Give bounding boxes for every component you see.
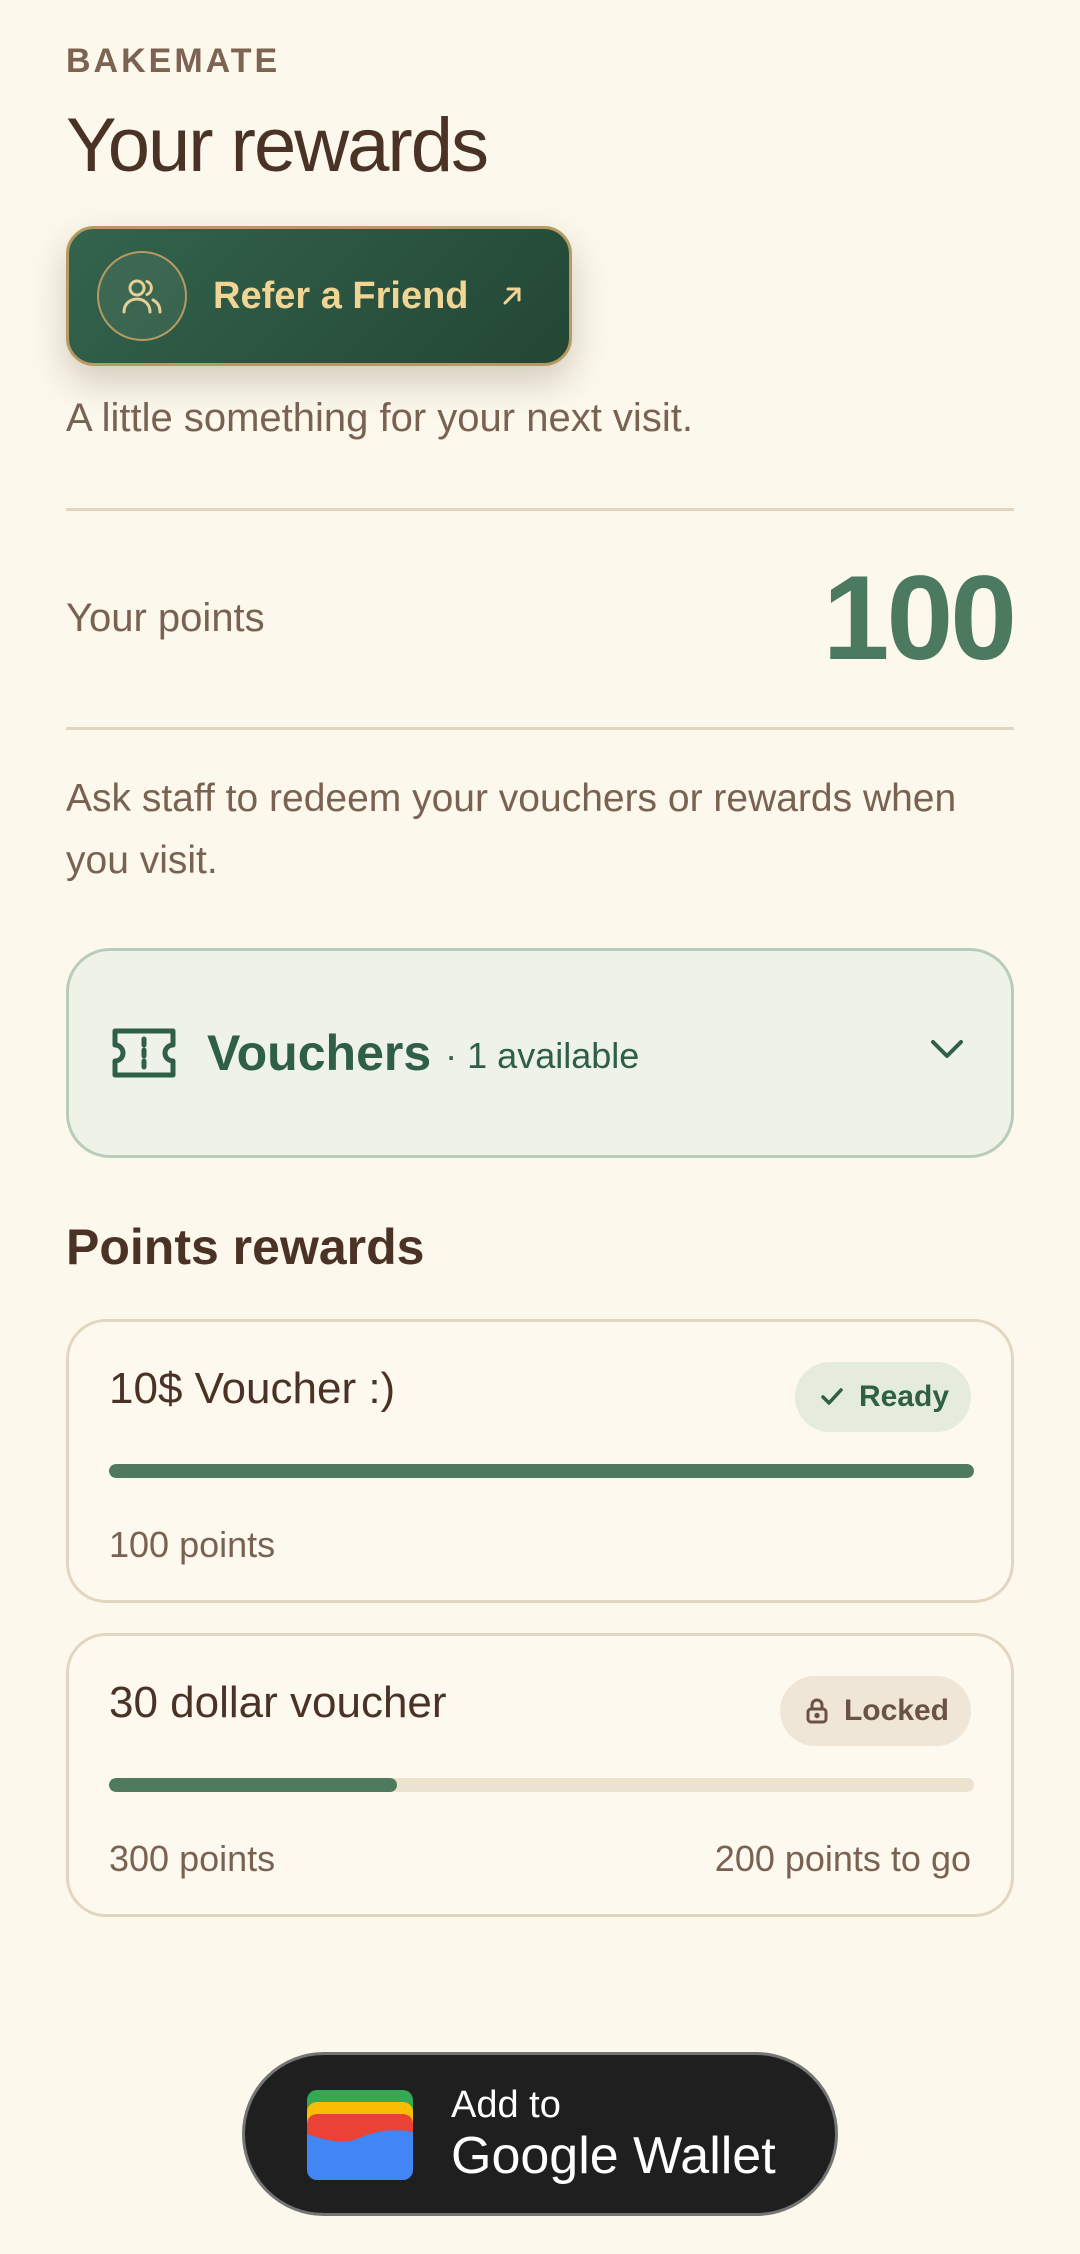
people-icon — [97, 251, 187, 341]
wallet-line1: Add to — [451, 2084, 561, 2126]
page-title: Your rewards — [66, 103, 489, 188]
progress-fill — [109, 1778, 398, 1792]
reward-points: 100 points — [109, 1524, 276, 1565]
vouchers-label: Vouchers — [207, 1025, 432, 1081]
lock-icon — [802, 1696, 832, 1726]
status-label: Locked — [843, 1694, 949, 1727]
progress-bar — [109, 1464, 974, 1478]
reward-name: 30 dollar voucher — [109, 1678, 447, 1727]
progress-fill — [109, 1464, 974, 1478]
points-label: Your points — [66, 596, 265, 640]
page-subtitle: A little something for your next visit. — [66, 396, 693, 440]
status-badge: Locked — [779, 1676, 971, 1746]
refer-button-label: Refer a Friend — [213, 274, 469, 317]
divider — [66, 508, 1014, 511]
add-to-google-wallet-button[interactable]: Add to Google Wallet — [242, 2052, 838, 2216]
status-badge: Ready — [794, 1362, 971, 1432]
status-label: Ready — [858, 1380, 949, 1413]
check-icon — [817, 1382, 847, 1412]
wallet-text: Add to Google Wallet — [451, 2083, 776, 2185]
reward-card[interactable]: 10$ Voucher :) Ready 100 points — [66, 1319, 1014, 1603]
google-wallet-icon — [305, 2088, 415, 2180]
ticket-icon — [109, 1027, 179, 1079]
redeem-instructions: Ask staff to redeem your vouchers or rew… — [66, 777, 957, 882]
points-value: 100 — [822, 551, 1017, 685]
points-rewards-heading: Points rewards — [66, 1219, 425, 1275]
reward-points: 300 points — [109, 1838, 276, 1879]
vouchers-accordion[interactable]: Vouchers · 1 available — [66, 948, 1014, 1158]
vouchers-count: · 1 available — [445, 1035, 640, 1076]
divider — [66, 727, 1014, 730]
reward-card[interactable]: 30 dollar voucher Locked 300 points 200 … — [66, 1633, 1014, 1917]
chevron-down-icon[interactable] — [929, 1037, 965, 1061]
points-to-go: 200 points to go — [714, 1838, 971, 1879]
refer-a-friend-button[interactable]: Refer a Friend — [66, 226, 572, 366]
reward-name: 10$ Voucher :) — [109, 1364, 396, 1413]
arrow-up-right-icon — [497, 281, 527, 311]
progress-bar — [109, 1778, 974, 1792]
wallet-line2: Google Wallet — [451, 2127, 776, 2185]
brand-name: BAKEMATE — [66, 42, 281, 80]
